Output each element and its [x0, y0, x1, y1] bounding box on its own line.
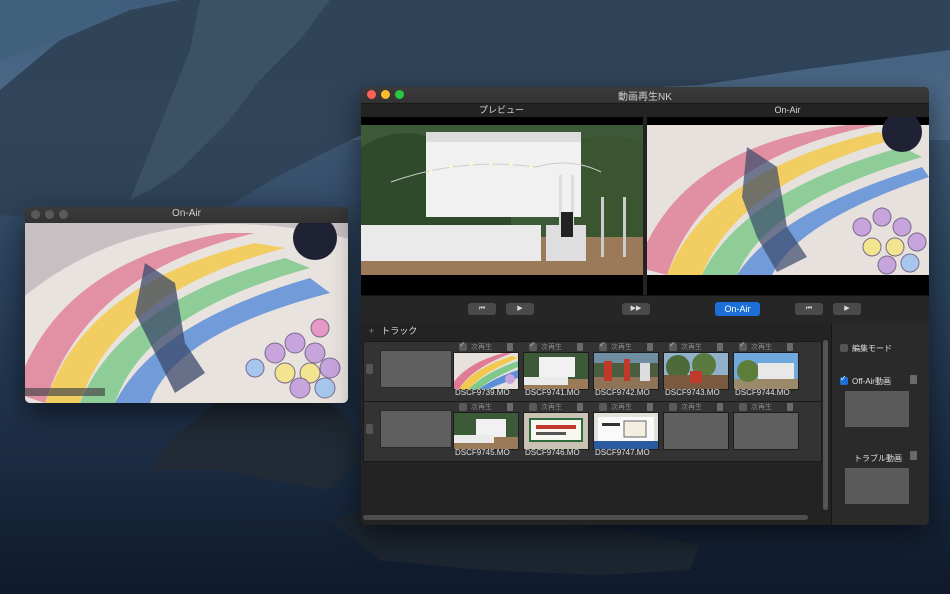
- trash-icon[interactable]: [507, 403, 513, 411]
- trash-icon[interactable]: [507, 343, 513, 351]
- onair-video: [647, 117, 929, 295]
- next-play-checkbox[interactable]: [739, 403, 747, 411]
- offair-label: Off-Air動画: [852, 377, 891, 386]
- next-play-label: 次再生: [541, 404, 562, 411]
- clip-filename: DSCF9746.MO: [525, 448, 580, 457]
- clip-thumbnail[interactable]: [663, 352, 729, 390]
- next-play-label: 次再生: [471, 344, 492, 351]
- clip-item[interactable]: 次再生 DSCF9739.MO: [453, 340, 519, 401]
- clip-item[interactable]: 次再生 DSCF9745.MO: [453, 402, 519, 461]
- next-play-checkbox[interactable]: [599, 403, 607, 411]
- clip-thumbnail[interactable]: [523, 352, 589, 390]
- track-area: + トラック 次再生 DSCF9739.MO 次再生: [361, 323, 831, 525]
- next-play-label: 次再生: [611, 404, 632, 411]
- transport-controls: ⏮ ▶ ▶▶ On-Air ⏮ ▶: [361, 295, 929, 325]
- offair-checkbox[interactable]: [840, 374, 848, 385]
- clip-thumbnail[interactable]: [593, 412, 659, 450]
- clip-thumbnail[interactable]: [733, 352, 799, 390]
- next-play-checkbox[interactable]: [529, 340, 537, 351]
- next-play-label: 次再生: [471, 404, 492, 411]
- next-play-label: 次再生: [541, 344, 562, 351]
- onair-button[interactable]: On-Air: [715, 302, 760, 316]
- clip-filename: DSCF9739.MO: [455, 388, 510, 397]
- onair-output-window[interactable]: On-Air: [25, 207, 348, 403]
- trash-icon[interactable]: [577, 403, 583, 411]
- add-track-button[interactable]: +: [369, 326, 374, 336]
- drag-handle-icon[interactable]: [366, 364, 373, 374]
- trash-icon[interactable]: [787, 403, 793, 411]
- track-main-slot[interactable]: [380, 350, 452, 388]
- clip-empty-slot[interactable]: [663, 412, 729, 450]
- clip-filename: DSCF9744.MO: [735, 388, 790, 397]
- trouble-label: トラブル動画: [854, 454, 902, 463]
- clip-filename: DSCF9743.MO: [665, 388, 720, 397]
- clip-filename: DSCF9742.MO: [595, 388, 650, 397]
- clip-thumbnail[interactable]: [453, 352, 519, 390]
- next-play-checkbox[interactable]: [669, 340, 677, 351]
- next-play-label: 次再生: [681, 344, 702, 351]
- clip-item[interactable]: 次再生 DSCF9741.MO: [523, 340, 589, 401]
- next-play-label: 次再生: [751, 344, 772, 351]
- trash-icon[interactable]: [577, 343, 583, 351]
- clip-item[interactable]: 次再生 DSCF9744.MO: [733, 340, 799, 401]
- preview-play-button[interactable]: ▶: [506, 303, 534, 315]
- clip-empty-slot[interactable]: [733, 412, 799, 450]
- next-play-checkbox[interactable]: [459, 340, 467, 351]
- trash-icon[interactable]: [717, 343, 723, 351]
- main-player-window[interactable]: 動画再生NK プレビュー On-Air ⏮ ▶ ▶▶ On-Air ⏮ ▶ + …: [361, 87, 929, 525]
- onair-window-titlebar[interactable]: On-Air: [25, 207, 348, 224]
- trouble-video-slot[interactable]: [844, 467, 910, 505]
- clip-filename: DSCF9741.MO: [525, 388, 580, 397]
- trash-icon[interactable]: [910, 451, 917, 460]
- trash-icon[interactable]: [910, 375, 917, 384]
- edit-mode-label: 編集モード: [852, 344, 892, 353]
- next-play-checkbox[interactable]: [529, 403, 537, 411]
- horizontal-scrollbar[interactable]: [363, 515, 808, 520]
- clip-thumbnail[interactable]: [453, 412, 519, 450]
- clip-item[interactable]: 次再生 DSCF9743.MO: [663, 340, 729, 401]
- onair-play-button[interactable]: ▶: [833, 303, 861, 315]
- trash-icon[interactable]: [717, 403, 723, 411]
- clip-filename: DSCF9747.MO: [595, 448, 650, 457]
- track-row-1[interactable]: 次再生 DSCF9739.MO 次再生 DSCF9741.MO 次再生: [363, 340, 822, 402]
- next-play-checkbox[interactable]: [459, 403, 467, 411]
- onair-window-title: On-Air: [172, 208, 201, 219]
- clip-item[interactable]: 次再生: [733, 402, 799, 461]
- drag-handle-icon[interactable]: [366, 424, 373, 434]
- onair-video-frame: [25, 223, 348, 403]
- edit-mode-checkbox[interactable]: [840, 344, 848, 352]
- trash-icon[interactable]: [647, 343, 653, 351]
- track-row-2[interactable]: 次再生 DSCF9745.MO 次再生 DSCF9746.MO 次再生 DSCF…: [363, 401, 822, 462]
- clip-item[interactable]: 次再生 DSCF9747.MO: [593, 402, 659, 461]
- next-play-checkbox[interactable]: [669, 403, 677, 411]
- onair-rewind-button[interactable]: ⏮: [795, 303, 823, 315]
- clip-item[interactable]: 次再生 DSCF9746.MO: [523, 402, 589, 461]
- clip-thumbnail[interactable]: [523, 412, 589, 450]
- trash-icon[interactable]: [647, 403, 653, 411]
- clip-item[interactable]: 次再生 DSCF9742.MO: [593, 340, 659, 401]
- preview-video: [361, 117, 643, 295]
- clip-thumbnail[interactable]: [593, 352, 659, 390]
- track-header: + トラック: [369, 323, 417, 339]
- preview-rewind-button[interactable]: ⏮: [468, 303, 496, 315]
- vertical-scrollbar[interactable]: [823, 340, 828, 510]
- main-window-title: 動画再生NK: [618, 92, 672, 103]
- next-play-label: 次再生: [681, 404, 702, 411]
- next-play-checkbox[interactable]: [739, 340, 747, 351]
- track-label: トラック: [381, 326, 418, 336]
- onair-header: On-Air: [774, 105, 801, 115]
- track-main-slot[interactable]: [380, 410, 452, 448]
- offair-video-slot[interactable]: [844, 390, 910, 428]
- clip-filename: DSCF9745.MO: [455, 448, 510, 457]
- fast-forward-button[interactable]: ▶▶: [622, 303, 650, 315]
- side-panel: 編集モード Off-Air動画 トラブル動画: [831, 323, 929, 525]
- clip-item[interactable]: 次再生: [663, 402, 729, 461]
- preview-header: プレビュー: [478, 105, 524, 115]
- next-play-label: 次再生: [751, 404, 772, 411]
- main-window-titlebar[interactable]: 動画再生NK: [361, 87, 929, 104]
- next-play-checkbox[interactable]: [599, 340, 607, 351]
- next-play-label: 次再生: [611, 344, 632, 351]
- trash-icon[interactable]: [787, 343, 793, 351]
